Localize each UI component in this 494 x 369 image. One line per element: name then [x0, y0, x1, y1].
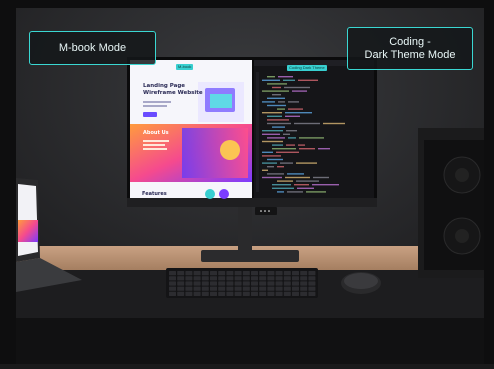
- landing-page-heading: Landing Page Wireframe Website: [143, 83, 203, 96]
- keyboard-key: [242, 286, 250, 291]
- keyboard-key: [210, 271, 217, 276]
- keyboard-key: [210, 276, 217, 281]
- mbook-mode-label: M-book Mode: [29, 31, 156, 65]
- keyboard-key: [300, 271, 308, 276]
- keyboard-key: [185, 271, 193, 276]
- keyboard-key: [201, 281, 209, 286]
- keyboard-key: [177, 286, 185, 291]
- keyboard-key: [259, 276, 267, 281]
- features-heading: Features: [142, 191, 167, 197]
- keyboard-key: [169, 271, 176, 276]
- keyboard-key: [300, 281, 308, 286]
- keyboard-key: [185, 286, 193, 291]
- keyboard-key: [308, 276, 316, 281]
- keyboard-key: [300, 276, 308, 281]
- keyboard-key: [292, 291, 299, 296]
- coding-tag: Coding Dark Theme: [287, 65, 327, 71]
- keyboard-key: [169, 291, 176, 296]
- mbook-tag: M-book: [176, 64, 194, 70]
- keyboard-key: [300, 286, 308, 291]
- keyboard-key: [275, 286, 283, 291]
- keyboard-key: [226, 271, 234, 276]
- keyboard-key: [218, 276, 226, 281]
- keyboard-key: [259, 271, 267, 276]
- keyboard-key: [267, 276, 275, 281]
- keyboard-key: [169, 276, 176, 281]
- keyboard-key: [218, 281, 226, 286]
- keyboard-key: [251, 286, 258, 291]
- keyboard-key: [251, 271, 258, 276]
- keyboard-key: [275, 281, 283, 286]
- product-scene: Landing Page Wireframe Website About Us …: [0, 0, 494, 364]
- keyboard-key: [283, 281, 291, 286]
- about-us-heading: About Us: [143, 130, 169, 136]
- keyboard-key: [169, 286, 176, 291]
- keyboard-key: [234, 281, 242, 286]
- keyboard-key: [292, 271, 299, 276]
- keyboard-key: [251, 276, 258, 281]
- keyboard-key: [177, 291, 185, 296]
- keyboard-key: [193, 276, 201, 281]
- keyboard-key: [251, 291, 258, 296]
- keyboard-key: [234, 291, 242, 296]
- keyboard-key: [242, 281, 250, 286]
- keyboard-key: [177, 281, 185, 286]
- keyboard-key: [267, 291, 275, 296]
- keyboard-key: [283, 291, 291, 296]
- keyboard-key: [185, 276, 193, 281]
- keyboard-key: [275, 276, 283, 281]
- keyboard-key: [210, 291, 217, 296]
- keyboard-key: [218, 271, 226, 276]
- keyboard-key: [169, 281, 176, 286]
- keyboard-key: [193, 286, 201, 291]
- keyboard-key: [226, 276, 234, 281]
- keyboard-key: [242, 271, 250, 276]
- keyboard-key: [259, 291, 267, 296]
- keyboard-key: [234, 276, 242, 281]
- keyboard-key: [177, 276, 185, 281]
- keyboard-key: [185, 291, 193, 296]
- keyboard-key: [218, 286, 226, 291]
- keyboard-key: [185, 281, 193, 286]
- keyboard-key: [251, 281, 258, 286]
- keyboard-key: [275, 291, 283, 296]
- keyboard-key: [242, 291, 250, 296]
- keyboard-key: [201, 286, 209, 291]
- keyboard-key: [300, 291, 308, 296]
- keyboard-key: [292, 281, 299, 286]
- keyboard-key: [308, 291, 316, 296]
- keyboard-key: [283, 286, 291, 291]
- keyboard-key: [218, 291, 226, 296]
- keyboard-key: [283, 271, 291, 276]
- keyboard-key: [234, 271, 242, 276]
- keyboard-key: [201, 291, 209, 296]
- keyboard-key: [226, 291, 234, 296]
- coding-mode-label: Coding - Dark Theme Mode: [347, 27, 473, 70]
- keyboard-key: [193, 291, 201, 296]
- keyboard-key: [267, 281, 275, 286]
- keyboard-key: [283, 276, 291, 281]
- keyboard-key: [308, 271, 316, 276]
- keyboard-key: [292, 286, 299, 291]
- keyboard-key: [267, 286, 275, 291]
- keyboard-key: [267, 271, 275, 276]
- keyboard-key: [193, 281, 201, 286]
- keyboard-key: [292, 276, 299, 281]
- keyboard-key: [275, 271, 283, 276]
- keyboard-key: [242, 276, 250, 281]
- keyboard-key: [259, 286, 267, 291]
- keyboard-key: [201, 276, 209, 281]
- keyboard-key: [226, 286, 234, 291]
- keyboard-key: [201, 271, 209, 276]
- keyboard-key: [259, 281, 267, 286]
- keyboard-key: [177, 271, 185, 276]
- keyboard-key: [308, 286, 316, 291]
- keyboard-key: [308, 281, 316, 286]
- mouse: [341, 272, 381, 294]
- keyboard-key: [234, 286, 242, 291]
- keyboard-key: [193, 271, 201, 276]
- keyboard-key: [226, 281, 234, 286]
- keyboard-key: [210, 286, 217, 291]
- keyboard-key: [210, 281, 217, 286]
